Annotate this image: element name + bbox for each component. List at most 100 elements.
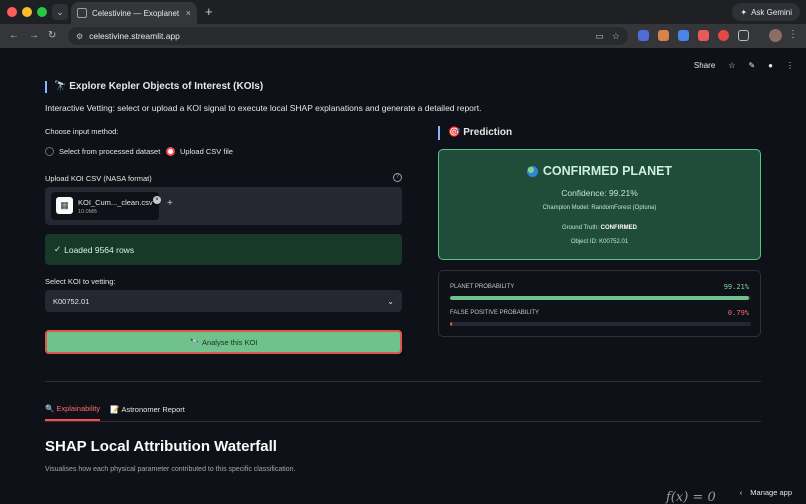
shap-description: Visualises how each physical parameter c… xyxy=(45,466,296,473)
forward-arrow-icon[interactable]: → xyxy=(29,29,39,43)
telescope-icon: 🔭 xyxy=(189,337,199,347)
extension-icon[interactable] xyxy=(678,30,689,41)
koi-select-value: K00752.01 xyxy=(53,296,90,306)
verdict: CONFIRMED PLANET xyxy=(439,164,760,178)
fp-probability-bar xyxy=(450,322,751,326)
prediction-heading-text: Prediction xyxy=(463,127,513,138)
back-arrow-icon[interactable]: ← xyxy=(9,29,19,43)
tab-label: Explainability xyxy=(56,404,101,413)
reload-icon[interactable]: ↻ xyxy=(48,29,56,43)
app-toolbar: Share ☆ ✎ ● ⋮ xyxy=(694,60,794,72)
globe-icon xyxy=(526,165,538,177)
tab-close-icon[interactable]: × xyxy=(186,8,191,18)
fp-probability-label: FALSE POSITIVE PROBABILITY xyxy=(450,310,540,316)
analyse-button-label: Analyse this KOI xyxy=(201,337,258,347)
extension-icon[interactable] xyxy=(698,30,709,41)
bookmark-star-icon[interactable]: ☆ xyxy=(612,31,620,42)
browser-menu-icon[interactable]: ⋮ xyxy=(788,29,798,40)
remove-file-icon[interactable]: × xyxy=(153,196,161,204)
cast-icon[interactable]: ▭ xyxy=(595,31,604,42)
section-divider xyxy=(45,381,761,382)
object-id-text: Object ID: K00752.01 xyxy=(570,239,629,245)
window-close-button[interactable] xyxy=(7,7,17,17)
radio-button-selected[interactable] xyxy=(166,147,175,156)
extensions-puzzle-icon[interactable] xyxy=(738,30,749,41)
window-minimize-button[interactable] xyxy=(22,7,32,17)
verdict-text: CONFIRMED PLANET xyxy=(542,164,673,178)
uploaded-file-chip: ▦ KOI_Cum..._clean.csv 10.0MB × xyxy=(51,192,161,220)
app-content: Share ☆ ✎ ● ⋮ 🔭 Explore Kepler Objects o… xyxy=(0,48,806,504)
manage-app-button[interactable]: ‹ Manage app xyxy=(731,482,800,502)
address-bar[interactable]: ⚙ celestivine.streamlit.app ▭ ☆ xyxy=(68,27,628,45)
champion-model-text: Champion Model: RandomForest (Optuna) xyxy=(542,205,657,211)
edit-pencil-icon[interactable]: ✎ xyxy=(748,60,755,72)
file-name: KOI_Cum..._clean.csv xyxy=(78,198,153,207)
koi-select-label: Select KOI to vetting: xyxy=(45,277,116,286)
prediction-heading: 🎯 Prediction xyxy=(438,126,512,140)
favicon-icon xyxy=(77,8,87,18)
tab-label: Astronomer Report xyxy=(121,405,185,414)
result-tabs: 🔍 Explainability 📝 Astronomer Report xyxy=(45,404,185,421)
file-uploader[interactable]: ▦ KOI_Cum..._clean.csv 10.0MB × + xyxy=(45,187,402,225)
github-icon[interactable]: ● xyxy=(768,60,773,72)
planet-probability-value: 99.21% xyxy=(723,283,749,291)
star-icon[interactable]: ☆ xyxy=(728,60,735,72)
planet-probability-fill xyxy=(450,296,749,300)
extension-icon[interactable] xyxy=(718,30,729,41)
success-alert: ✓ Loaded 9564 rows xyxy=(45,234,402,265)
tab-astronomer-report[interactable]: 📝 Astronomer Report xyxy=(110,404,185,421)
target-icon: 🎯 xyxy=(448,127,461,138)
ask-gemini-label: Ask Gemini xyxy=(751,7,792,17)
window-maximize-button[interactable] xyxy=(37,7,47,17)
fp-probability-fill xyxy=(450,322,453,326)
shap-formula: f(x) = 0 xyxy=(666,490,716,504)
chevron-left-icon: ‹ xyxy=(739,487,743,497)
file-table-icon: ▦ xyxy=(56,197,73,214)
analyse-koi-button[interactable]: 🔭 Analyse this KOI xyxy=(45,330,402,354)
radio-label: Select from processed dataset xyxy=(59,147,161,156)
browser-tab[interactable]: Celestivine — Exoplanet Disco × xyxy=(71,2,197,24)
browser-toolbar: ← → ↻ ⚙ celestivine.streamlit.app ▭ ☆ ⋮ xyxy=(0,24,806,48)
loaded-rows-text: Loaded 9564 rows xyxy=(64,244,135,255)
profile-avatar[interactable] xyxy=(769,29,782,42)
ask-gemini-button[interactable]: ✦ Ask Gemini xyxy=(732,3,800,21)
url-text: celestivine.streamlit.app xyxy=(89,31,180,41)
ground-truth: Ground Truth: CONFIRMED xyxy=(439,225,760,231)
app-menu-icon[interactable]: ⋮ xyxy=(786,60,794,72)
planet-probability-bar xyxy=(450,296,751,300)
share-button[interactable]: Share xyxy=(694,60,715,72)
manage-app-label: Manage app xyxy=(750,487,792,497)
tab-explainability[interactable]: 🔍 Explainability xyxy=(45,404,101,421)
magnifier-icon: 🔍 xyxy=(45,404,55,413)
tabs-underline xyxy=(45,421,761,422)
chevron-down-icon: ⌄ xyxy=(387,296,394,306)
koi-select[interactable]: K00752.01 ⌄ xyxy=(45,290,402,312)
notepad-icon: 📝 xyxy=(110,405,120,414)
radio-upload-csv[interactable]: Upload CSV file xyxy=(166,147,233,156)
add-file-icon[interactable]: + xyxy=(167,198,173,210)
intro-text: Interactive Vetting: select or upload a … xyxy=(45,103,482,113)
browser-tab-title: Celestivine — Exoplanet Disco xyxy=(92,8,181,18)
help-question-icon[interactable]: ? xyxy=(393,173,402,182)
tab-search-chevron-icon[interactable]: ⌄ xyxy=(52,4,68,20)
input-method-label: Choose input method: xyxy=(45,127,119,136)
prediction-card: CONFIRMED PLANET Confidence: 99.21% Cham… xyxy=(438,149,761,260)
confidence-text: Confidence: 99.21% xyxy=(561,188,638,198)
check-icon: ✓ xyxy=(54,244,62,254)
radio-select-dataset[interactable]: Select from processed dataset xyxy=(45,147,160,156)
file-size: 10.0MB xyxy=(78,209,97,215)
shap-title: SHAP Local Attribution Waterfall xyxy=(45,438,277,455)
probability-card: PLANET PROBABILITY 99.21% FALSE POSITIVE… xyxy=(438,270,761,337)
radio-button[interactable] xyxy=(45,147,54,156)
ground-truth-value: CONFIRMED xyxy=(600,225,638,231)
planet-probability-label: PLANET PROBABILITY xyxy=(450,284,515,290)
site-info-icon[interactable]: ⚙ xyxy=(76,32,83,41)
extension-icon[interactable] xyxy=(638,30,649,41)
new-tab-button[interactable]: + xyxy=(205,4,213,20)
extension-icon[interactable] xyxy=(658,30,669,41)
fp-probability-value: 0.79% xyxy=(727,309,749,317)
radio-label: Upload CSV file xyxy=(180,147,233,156)
upload-label: Upload KOI CSV (NASA format) xyxy=(45,174,152,183)
browser-tab-bar: ⌄ Celestivine — Exoplanet Disco × + ✦ As… xyxy=(0,0,806,24)
ground-truth-label: Ground Truth: xyxy=(561,225,599,231)
